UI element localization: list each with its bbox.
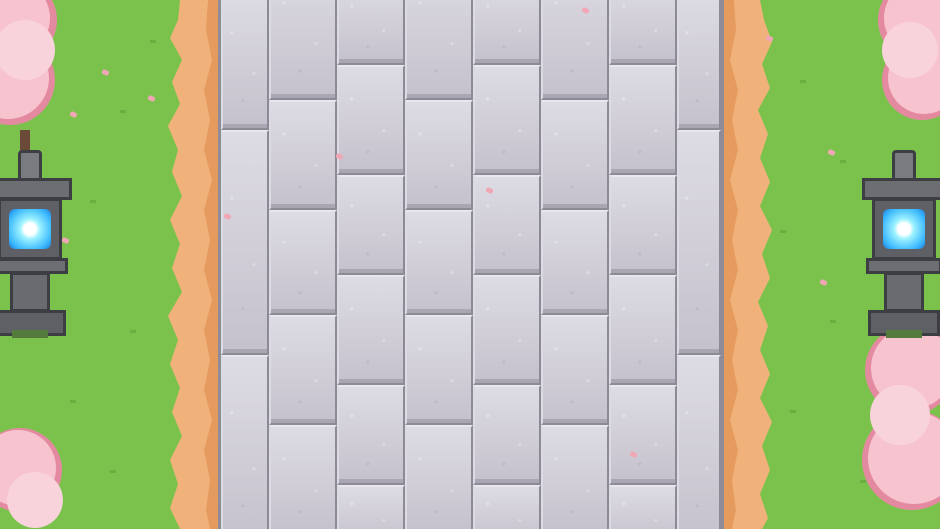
path-stone: [541, 315, 609, 425]
path-stone: [337, 65, 405, 175]
path-stone: [473, 275, 541, 385]
path-stone: [405, 210, 473, 315]
stone-path: [218, 0, 724, 529]
path-stone: [337, 385, 405, 485]
path-stone: [541, 210, 609, 315]
path-stone: [473, 485, 541, 529]
path-stone: [609, 275, 677, 385]
path-stone: [541, 100, 609, 210]
path-stone: [269, 210, 337, 315]
path-stone: [609, 485, 677, 529]
cherry-blossom-tree-icon: [878, 0, 940, 120]
path-stone: [473, 175, 541, 275]
path-stone: [473, 385, 541, 485]
game-scene: [0, 0, 940, 529]
path-stone: [221, 355, 269, 529]
path-stone: [609, 65, 677, 175]
path-stone: [405, 315, 473, 425]
path-stone: [677, 355, 721, 529]
cherry-blossom-tree-icon: [0, 428, 63, 528]
path-stone: [337, 275, 405, 385]
path-stone: [269, 425, 337, 529]
path-stone: [677, 0, 721, 130]
cherry-blossom-tree-icon: [862, 325, 940, 510]
stone-lantern-icon: [862, 150, 940, 350]
path-stone: [269, 100, 337, 210]
path-stone: [269, 0, 337, 100]
path-stone: [221, 130, 269, 355]
path-stone: [405, 425, 473, 529]
path-stone: [337, 485, 405, 529]
path-stone: [405, 0, 473, 100]
path-stone: [473, 65, 541, 175]
path-stone: [609, 175, 677, 275]
path-stone: [609, 385, 677, 485]
path-stone: [221, 0, 269, 130]
path-stone: [677, 130, 721, 355]
path-stone: [269, 315, 337, 425]
path-stone: [337, 175, 405, 275]
stone-lantern-icon: [0, 150, 72, 350]
cherry-blossom-tree-icon: [0, 0, 57, 156]
path-stone: [337, 0, 405, 65]
path-stone: [405, 100, 473, 210]
path-stone: [541, 425, 609, 529]
path-stone: [473, 0, 541, 65]
path-stone: [541, 0, 609, 100]
path-stone: [609, 0, 677, 65]
